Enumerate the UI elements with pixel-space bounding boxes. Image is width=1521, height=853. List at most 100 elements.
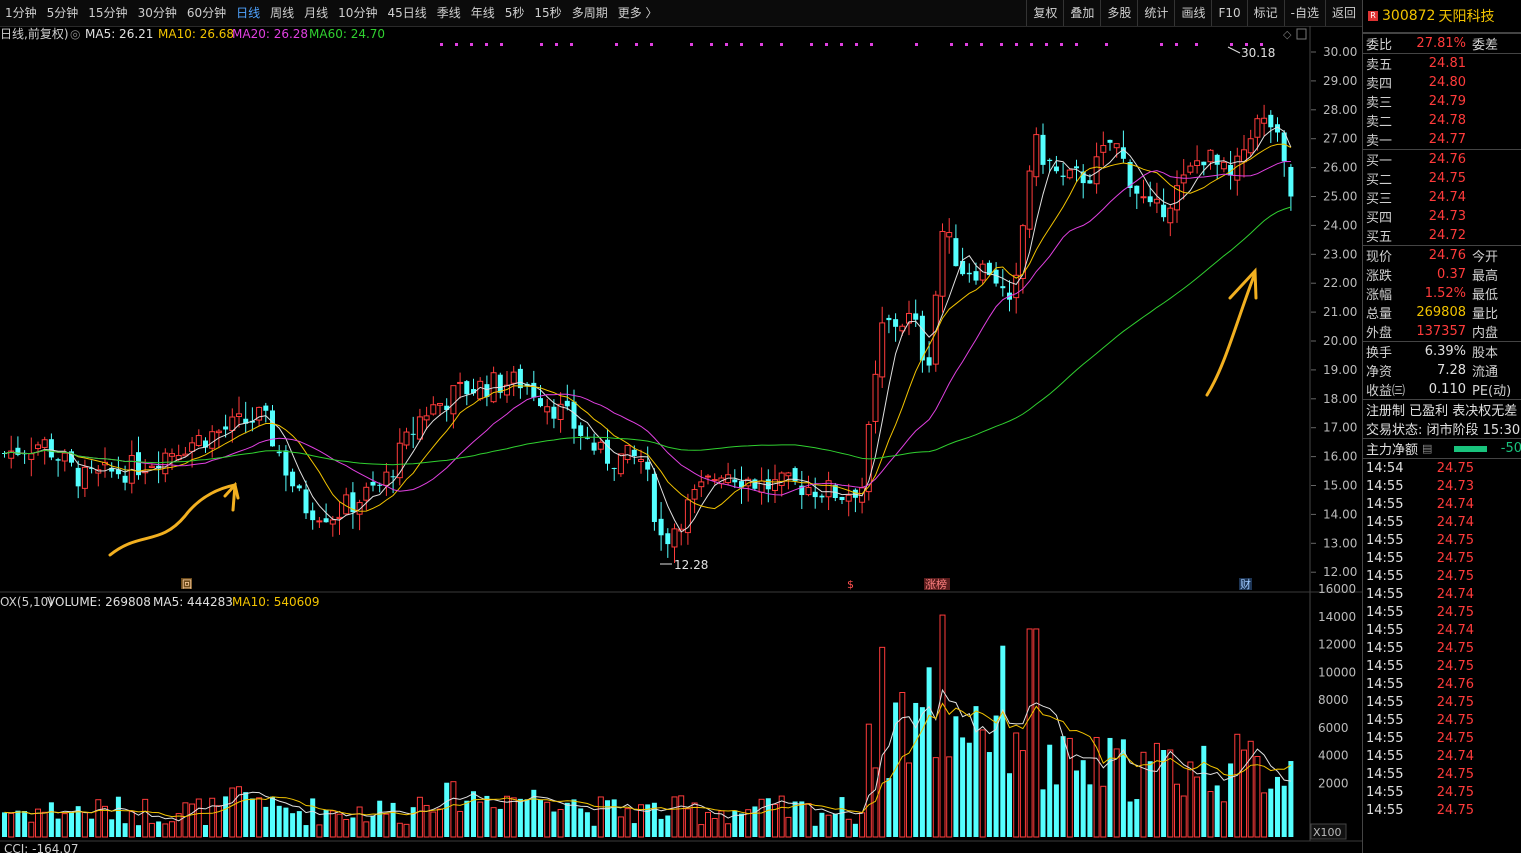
tool-button[interactable]: 叠加 xyxy=(1063,0,1100,26)
trade-status-row: 交易状态: 闭市阶段 15:30 xyxy=(1363,419,1521,438)
candle-body xyxy=(966,272,972,275)
volume-bar xyxy=(1087,784,1093,837)
signal-dot xyxy=(1160,43,1163,46)
period-tab[interactable]: 5秒 xyxy=(500,0,530,26)
candle-body xyxy=(1167,207,1174,224)
tick-time: 14:55 xyxy=(1366,748,1404,764)
volume-bar xyxy=(396,822,403,838)
volume-bar xyxy=(611,799,617,837)
period-tab[interactable]: 月线 xyxy=(299,0,333,26)
signal-dot xyxy=(650,43,653,46)
bid-label: 买二 xyxy=(1366,173,1393,188)
candle-body xyxy=(48,439,54,458)
volume-bar xyxy=(310,798,316,837)
period-tab[interactable]: 5分钟 xyxy=(42,0,84,26)
tick-row: 14:55 24.75 xyxy=(1363,693,1521,711)
signal-dot xyxy=(780,43,783,46)
period-tab[interactable]: 季线 xyxy=(432,0,466,26)
stat2-label-2: 流通 xyxy=(1472,365,1499,380)
kline-chart-area[interactable]: 日线,前复权) ◎ MA5: 26.21 MA10: 26.68 MA20: 2… xyxy=(0,26,1362,853)
tool-button[interactable]: -自选 xyxy=(1283,0,1325,26)
candle-body xyxy=(1040,134,1046,165)
signal-dot xyxy=(455,43,458,46)
price-tick-label: 23.00 xyxy=(1323,247,1357,261)
candle-body xyxy=(765,479,771,490)
main-net-row: 主力净额 ▤ -50 xyxy=(1363,438,1521,458)
price-tick-label: 25.00 xyxy=(1323,190,1357,204)
candle-body xyxy=(510,371,517,384)
period-tab[interactable]: 45日线 xyxy=(382,0,431,26)
stock-name[interactable]: 天阳科技 xyxy=(1438,6,1494,26)
volume-bar xyxy=(678,795,685,838)
tool-button[interactable]: F10 xyxy=(1211,0,1246,26)
stat-value: 137357 xyxy=(1416,324,1466,339)
tick-row: 14:55 24.75 xyxy=(1363,603,1521,621)
main-legend-prefix: 日线,前复权) xyxy=(0,26,69,41)
signal-dot xyxy=(915,43,918,46)
candle-body xyxy=(597,441,604,450)
window-copy-icon[interactable] xyxy=(1296,28,1307,40)
candle-body xyxy=(1053,166,1059,172)
tool-button[interactable]: 复权 xyxy=(1026,0,1063,26)
tick-row: 14:55 24.74 xyxy=(1363,621,1521,639)
candle-body xyxy=(1047,159,1053,162)
event-marker-d-label: 财 xyxy=(1240,577,1251,591)
tool-button[interactable]: 标记 xyxy=(1246,0,1284,26)
stat-value: 1.52% xyxy=(1424,286,1466,301)
r-badge: R xyxy=(1368,11,1378,21)
period-tab[interactable]: 日线 xyxy=(231,0,265,26)
ask-label: 卖二 xyxy=(1366,115,1393,130)
period-tab[interactable]: 年线 xyxy=(466,0,500,26)
candle-body xyxy=(75,467,81,487)
candle-body xyxy=(879,322,886,378)
bid-value: 24.73 xyxy=(1428,209,1466,224)
volume-bar xyxy=(1241,749,1247,838)
price-tick-label: 13.00 xyxy=(1323,536,1357,550)
period-tab[interactable]: 周线 xyxy=(265,0,299,26)
event-marker-b[interactable]: $ xyxy=(847,578,854,591)
event-marker-c-label: 涨榜 xyxy=(925,577,947,591)
volume-bar xyxy=(229,787,236,838)
legend-toggle-icon[interactable]: ◎ xyxy=(70,27,80,41)
tool-button[interactable]: 多股 xyxy=(1100,0,1137,26)
webi-row: 委比 27.81% 委差 xyxy=(1363,33,1521,53)
period-tab[interactable]: 更多 〉 xyxy=(613,0,663,26)
candle-body xyxy=(1194,160,1201,167)
volume-bar xyxy=(591,825,597,837)
tick-time: 14:55 xyxy=(1366,532,1404,548)
volume-bar xyxy=(215,805,222,838)
volume-bar xyxy=(249,798,255,837)
diamond-icon[interactable]: ◇ xyxy=(1283,28,1292,41)
tool-button[interactable]: 画线 xyxy=(1174,0,1211,26)
candle-body xyxy=(383,471,390,486)
tick-row: 14:55 24.75 xyxy=(1363,531,1521,549)
candle-body xyxy=(444,405,450,410)
period-tab[interactable]: 多周期 xyxy=(567,0,613,26)
period-tab[interactable]: 1分钟 xyxy=(0,0,42,26)
volume-bar xyxy=(839,797,845,837)
tool-button[interactable]: 返回 xyxy=(1324,0,1362,26)
period-tab[interactable]: 60分钟 xyxy=(182,0,231,26)
table-icon[interactable]: ▤ xyxy=(1422,442,1432,455)
volume-bar xyxy=(195,798,202,838)
period-tab[interactable]: 15分钟 xyxy=(83,0,132,26)
tool-button[interactable]: 统计 xyxy=(1137,0,1174,26)
cci-indicator: CCI: -164.07 xyxy=(4,842,78,853)
tick-row: 14:55 24.75 xyxy=(1363,657,1521,675)
tick-list[interactable]: 14:54 24.75 14:55 24.73 14:55 24.74 14:55 24.74… xyxy=(1363,458,1521,819)
volume-bar xyxy=(336,813,343,838)
period-tab[interactable]: 10分钟 xyxy=(333,0,382,26)
volume-bar xyxy=(416,796,423,838)
candle-body xyxy=(1214,154,1220,165)
period-tab[interactable]: 30分钟 xyxy=(133,0,182,26)
signal-dot xyxy=(690,43,693,46)
candle-body xyxy=(698,481,705,488)
period-tab[interactable]: 15秒 xyxy=(529,0,566,26)
volume-bar xyxy=(1194,776,1201,838)
volume-bar xyxy=(1214,785,1220,837)
volume-bar xyxy=(464,800,470,837)
stock-code[interactable]: 300872 xyxy=(1382,8,1435,24)
volume-bar xyxy=(55,818,61,837)
candle-body xyxy=(624,444,631,461)
bid-label: 买四 xyxy=(1366,211,1393,226)
